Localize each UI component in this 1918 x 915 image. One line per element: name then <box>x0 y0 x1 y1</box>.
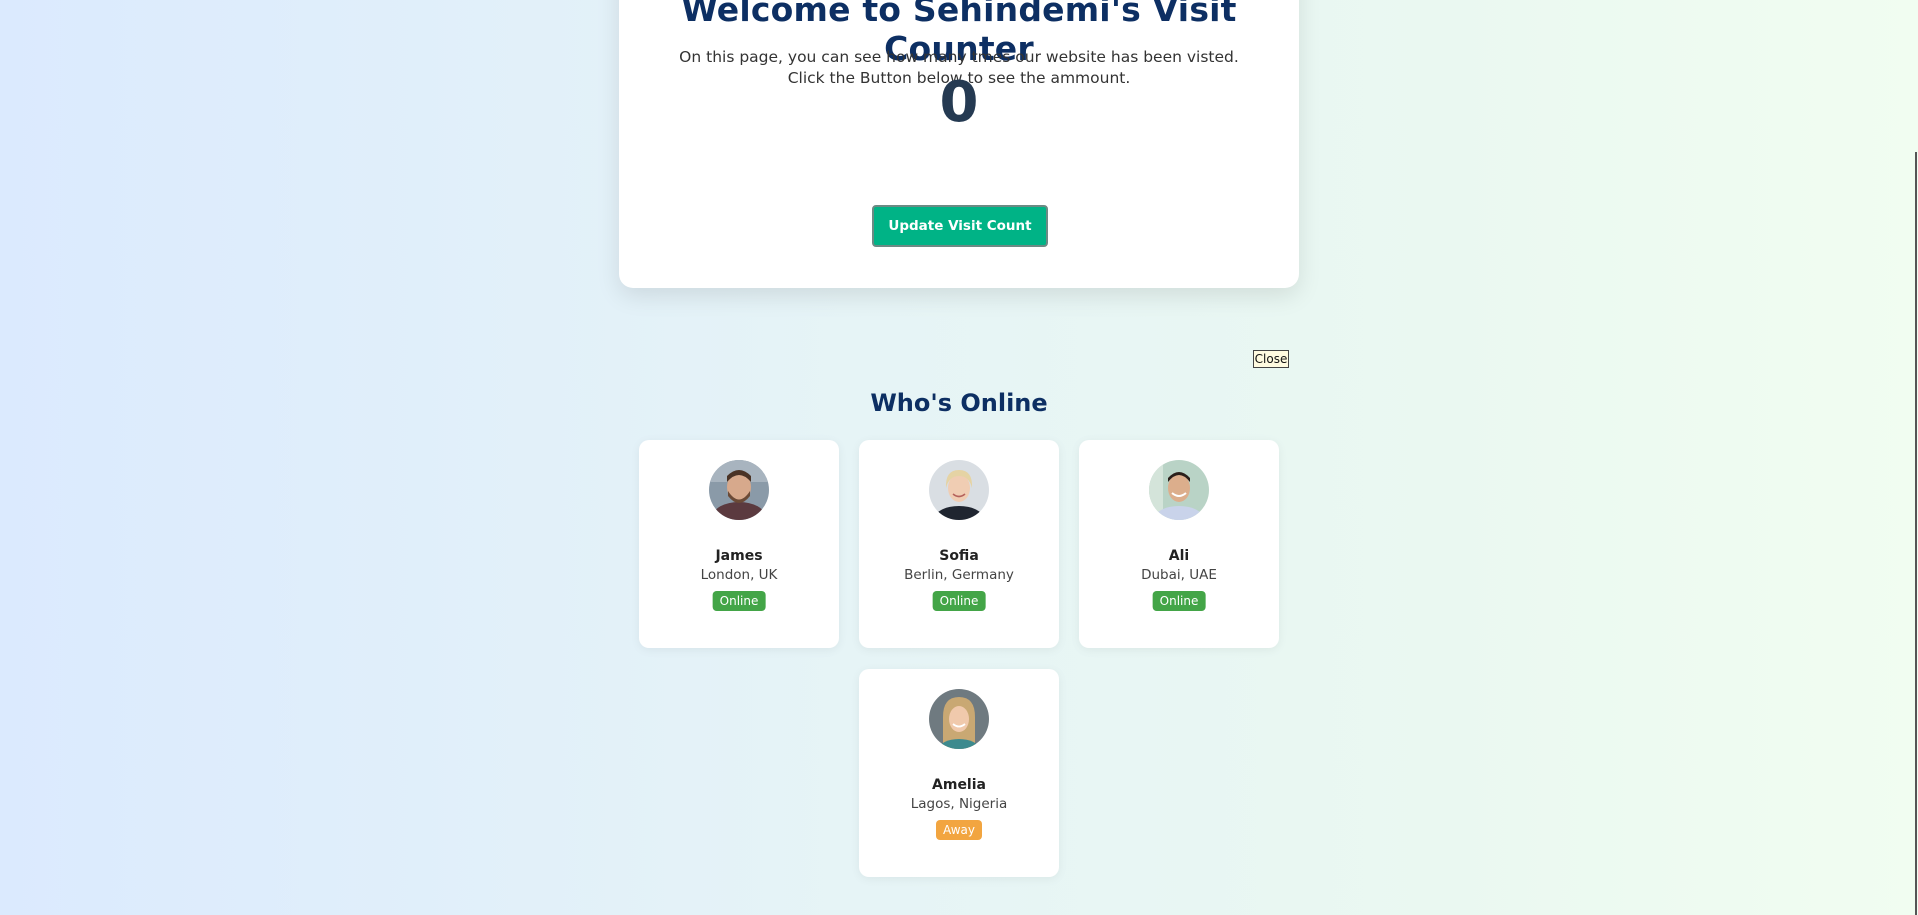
user-name: Amelia <box>932 777 986 793</box>
woman-long-hair-avatar <box>929 689 989 749</box>
man-smiling-avatar <box>1149 460 1209 520</box>
user-location: Berlin, Germany <box>904 567 1014 583</box>
update-visit-count-button[interactable]: Update Visit Count <box>872 205 1048 247</box>
user-card: Ali Dubai, UAE Online <box>1079 440 1279 648</box>
scrollbar[interactable] <box>1912 0 1918 915</box>
user-card: Sofia Berlin, Germany Online <box>859 440 1059 648</box>
user-card: James London, UK Online <box>639 440 839 648</box>
user-location: Lagos, Nigeria <box>910 796 1008 812</box>
close-button[interactable]: Close <box>1253 350 1289 368</box>
user-name: Ali <box>1168 548 1190 564</box>
user-card: Amelia Lagos, Nigeria Away <box>859 669 1059 877</box>
status-badge: Away <box>936 820 982 840</box>
status-badge: Online <box>1152 591 1206 611</box>
user-name: Sofia <box>939 548 979 564</box>
status-badge: Online <box>712 591 766 611</box>
visit-count: 0 <box>939 70 979 135</box>
user-location: Dubai, UAE <box>1141 567 1217 583</box>
user-location: London, UK <box>700 567 778 583</box>
user-name: James <box>715 548 763 564</box>
whos-online-heading: Who's Online <box>870 389 1048 417</box>
scrollbar-thumb[interactable] <box>1915 152 1917 915</box>
man-beard-avatar <box>709 460 769 520</box>
status-badge: Online <box>932 591 986 611</box>
woman-blonde-avatar <box>929 460 989 520</box>
visit-counter-card: Welcome to Sehindemi's Visit Counter On … <box>619 0 1299 288</box>
